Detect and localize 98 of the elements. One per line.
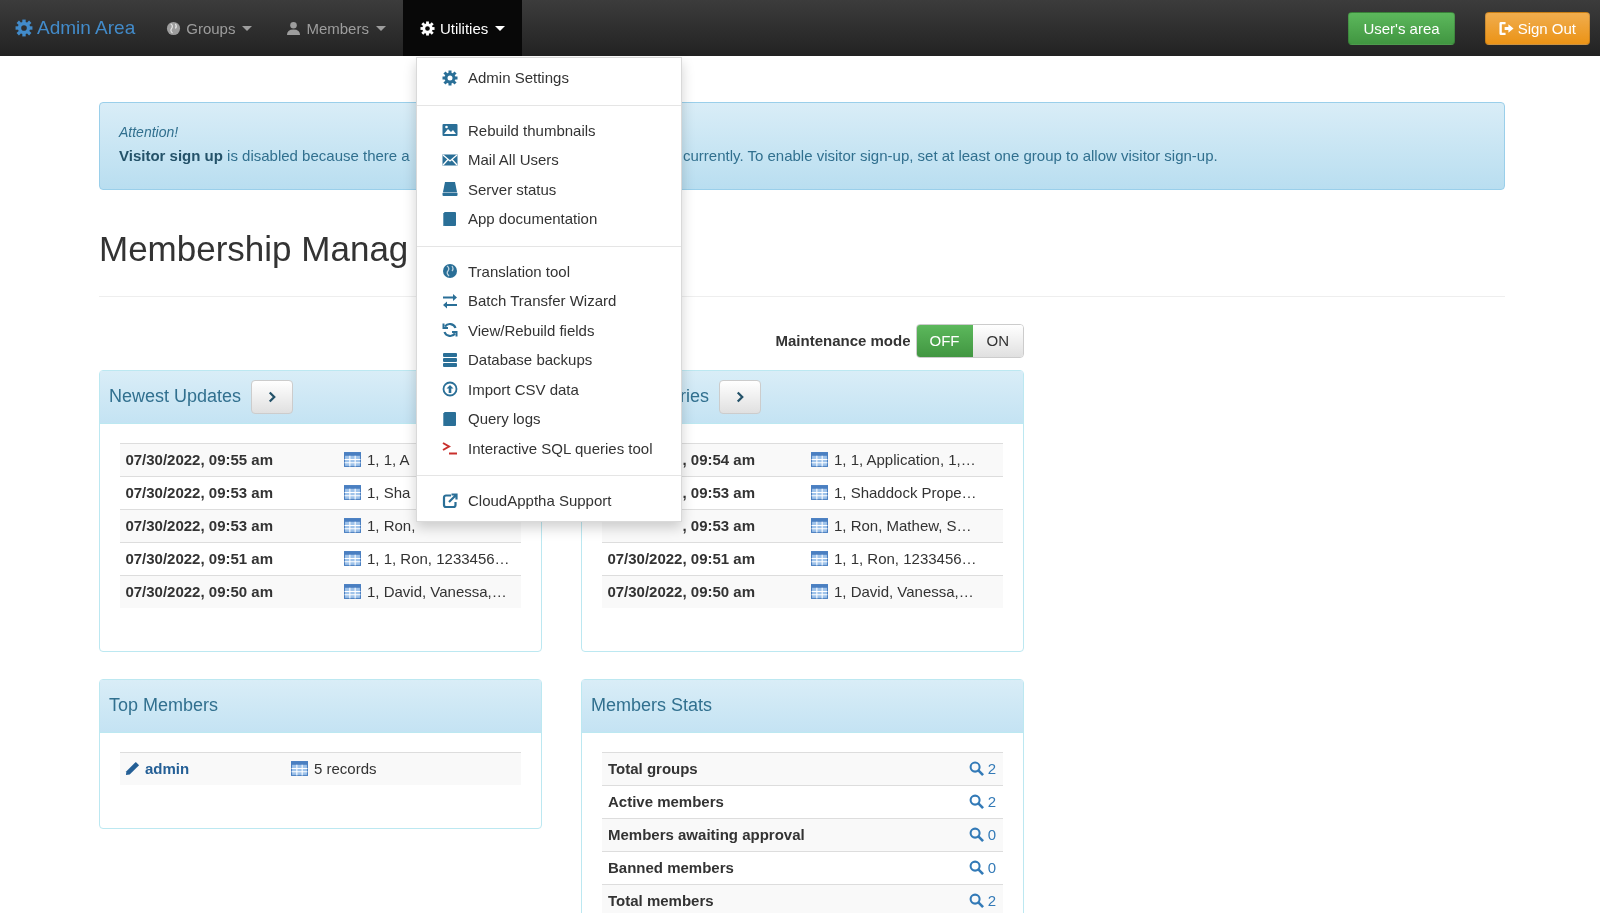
caret-icon [495,25,506,31]
stat-count-link[interactable]: 2 [968,892,1003,909]
menu-item[interactable]: Rebuild thumbnails [417,115,681,145]
record-summary: 1, 1, A [367,451,410,468]
menu-item[interactable]: Import CSV data [417,374,681,404]
table-icon [811,451,828,468]
date-cell: 07/30/2022, 09:55 am [125,451,273,468]
record-summary: 1, Shaddock Prope… [834,484,977,501]
stat-count-link[interactable]: 0 [968,859,1003,876]
refresh-icon [441,322,458,339]
stat-label: Active members [607,793,725,810]
table-icon [344,517,361,534]
date-cell: 07/30/2022, 09:51 am [125,550,273,567]
toggle-option[interactable]: ON [972,324,1023,357]
search-icon [968,893,984,908]
menu-item[interactable]: Batch Transfer Wizard [417,286,681,316]
date-cell: 07/30/2022, 09:53 am [125,484,273,501]
stat-count-link[interactable]: 2 [968,793,1003,810]
hard-drive-icon [441,181,458,198]
stat-label: Banned members [607,859,735,876]
stat-count-link[interactable]: 0 [968,826,1003,843]
record-summary: 1, 1, Application, 1,… [834,451,976,468]
table-icon [811,484,828,501]
table-icon [291,760,308,777]
sign-out-icon [1498,20,1514,36]
menu-item[interactable]: Database backups [417,345,681,375]
table-icon [344,451,361,468]
date-cell: 07/30/2022, 09:50 am [125,583,273,600]
nav-menu[interactable]: Groups [149,0,270,56]
stat-label: Total groups [607,760,699,777]
panel-title: Top Members [109,695,219,716]
date-cell: 07/30/2022, 09:50 am [607,583,755,600]
search-icon [968,761,984,776]
terminal-icon [441,440,458,457]
pencil-icon [125,761,140,776]
stat-count-link[interactable]: 2 [968,760,1003,777]
chevron-right-icon [734,389,746,404]
globe-icon [441,263,458,280]
record-summary: 1, David, Vanessa,… [834,583,974,600]
next-button[interactable] [719,379,761,414]
gear-icon [419,20,435,36]
panel-title: Newest Updates [109,386,242,407]
date-cell: , 09:53 am [682,517,755,534]
user-icon [286,20,302,36]
menu-item[interactable]: Mail All Users [417,145,681,175]
table-icon [344,550,361,567]
brand-link[interactable]: Admin Area [0,0,150,56]
alert-heading: Attention! [119,124,179,140]
search-icon [968,860,984,875]
search-icon [968,794,984,809]
book-icon [441,410,458,427]
date-cell: , 09:53 am [682,484,755,501]
page-title: Membership Manag [99,230,410,269]
member-link[interactable]: admin [145,760,190,777]
menu-item[interactable]: View/Rebuild fields [417,315,681,345]
table-icon [811,517,828,534]
table-icon [811,550,828,567]
next-button[interactable] [251,379,294,414]
transfer-arrows-icon [441,292,458,309]
record-summary: 1, Sha [367,484,411,501]
menu-item[interactable]: Admin Settings [417,63,681,93]
menu-item[interactable]: Translation tool [417,256,681,286]
globe-icon [166,20,182,36]
search-icon [968,827,984,842]
stat-label: Total members [607,892,715,909]
gear-icon [15,19,33,37]
date-cell: 07/30/2022, 09:53 am [125,517,273,534]
record-summary: 1, Ron, [367,517,416,534]
external-link-icon [441,492,458,509]
menu-item[interactable]: App documentation [417,204,681,234]
nav-menu[interactable]: Members [269,0,403,56]
records-count: 5 records [314,760,377,777]
alert-text: Visitor sign up is disabled because there a [119,147,410,164]
panel-title: Members Stats [591,695,713,716]
maintenance-label: Maintenance mode [775,332,911,349]
alert-text: currently. To enable visitor sign-up, set at least one group to allow visitor sign-up. [683,147,1218,164]
table-icon [811,583,828,600]
menu-item[interactable]: Query logs [417,404,681,434]
menu-item[interactable]: Server status [417,174,681,204]
record-summary: 1, 1, Ron, 1233456… [367,550,510,567]
nav-menu[interactable]: Utilities [402,0,523,56]
caret-icon [242,25,253,31]
record-summary: 1, Ron, Mathew, S… [834,517,972,534]
upload-icon [441,381,458,398]
record-summary: 1, 1, Ron, 1233456… [834,550,977,567]
menu-item[interactable]: CloudApptha Support [417,486,681,516]
stat-label: Members awaiting approval [607,826,806,843]
database-icon [441,351,458,368]
gear-icon [441,69,458,86]
table-icon [344,583,361,600]
caret-icon [375,25,386,31]
date-cell: 07/30/2022, 09:51 am [607,550,755,567]
date-cell: , 09:54 am [682,451,755,468]
book-icon [441,210,458,227]
picture-icon [441,122,458,139]
table-icon [344,484,361,501]
menu-item[interactable]: Interactive SQL queries tool [417,433,681,463]
record-summary: 1, David, Vanessa,… [367,583,507,600]
